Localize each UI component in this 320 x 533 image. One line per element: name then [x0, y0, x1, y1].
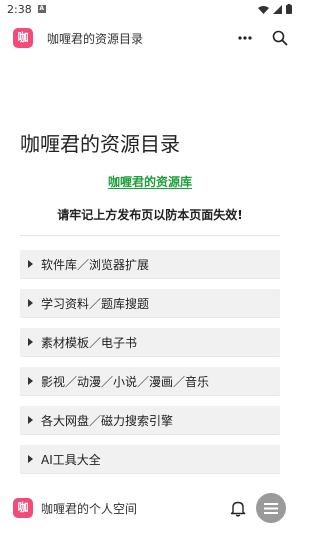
- status-bar: 2:38 A: [0, 0, 300, 18]
- page-title: 咖喱君的资源目录: [20, 132, 180, 156]
- more-icon[interactable]: [238, 36, 252, 40]
- menu-fab-icon: [264, 502, 278, 514]
- menu-fab-button[interactable]: [256, 493, 286, 523]
- expand-arrow-icon: [28, 338, 33, 346]
- wifi-icon: [258, 5, 269, 14]
- menu-item-software[interactable]: 软件库／浏览器扩展: [20, 250, 280, 278]
- menu-item-label: 各大网盘／磁力搜索引擎: [41, 413, 174, 428]
- expand-arrow-icon: [28, 299, 33, 307]
- profile-logo[interactable]: 咖: [13, 498, 33, 518]
- app-title: 咖喱君的资源目录: [47, 31, 144, 46]
- menu-item-study[interactable]: 学习资料／题库搜题: [20, 289, 280, 317]
- menu-item-label: 软件库／浏览器扩展: [41, 257, 150, 272]
- expand-arrow-icon: [28, 260, 33, 268]
- menu-item-label: 影视／动漫／小说／漫画／音乐: [41, 374, 210, 389]
- personal-space-title[interactable]: 咖喱君的个人空间: [41, 500, 137, 517]
- signal-icon: [273, 4, 282, 14]
- menu-item-label: AI工具大全: [41, 452, 101, 467]
- menu-item-netdisk[interactable]: 各大网盘／磁力搜索引擎: [20, 406, 280, 434]
- app-bar: 咖 咖喱君的资源目录: [0, 20, 300, 56]
- search-icon[interactable]: [272, 30, 288, 46]
- resource-site-link[interactable]: 咖喱君的资源库: [108, 175, 192, 189]
- resource-site-link-row: 咖喱君的资源库: [0, 173, 300, 190]
- menu-item-media[interactable]: 影视／动漫／小说／漫画／音乐: [20, 367, 280, 395]
- app-logo[interactable]: 咖: [13, 28, 33, 48]
- menu-item-label: 学习资料／题库搜题: [41, 296, 150, 311]
- menu-item-ai-tools[interactable]: AI工具大全: [20, 445, 280, 473]
- expand-arrow-icon: [28, 377, 33, 385]
- battery-icon: [286, 4, 292, 14]
- resource-menu: 软件库／浏览器扩展 学习资料／题库搜题 素材模板／电子书 影视／动漫／小说／漫画…: [20, 250, 280, 484]
- status-time: 2:38: [7, 2, 32, 16]
- menu-item-label: 素材模板／电子书: [41, 335, 138, 350]
- menu-item-materials[interactable]: 素材模板／电子书: [20, 328, 280, 356]
- expand-arrow-icon: [28, 455, 33, 463]
- expand-arrow-icon: [28, 416, 33, 424]
- divider: [20, 235, 280, 236]
- bottom-bar: 咖 咖喱君的个人空间: [0, 490, 300, 526]
- notification-icon: A: [37, 5, 46, 13]
- bell-icon[interactable]: [230, 500, 246, 517]
- notice-text: 请牢记上方发布页以防本页面失效!: [57, 208, 243, 222]
